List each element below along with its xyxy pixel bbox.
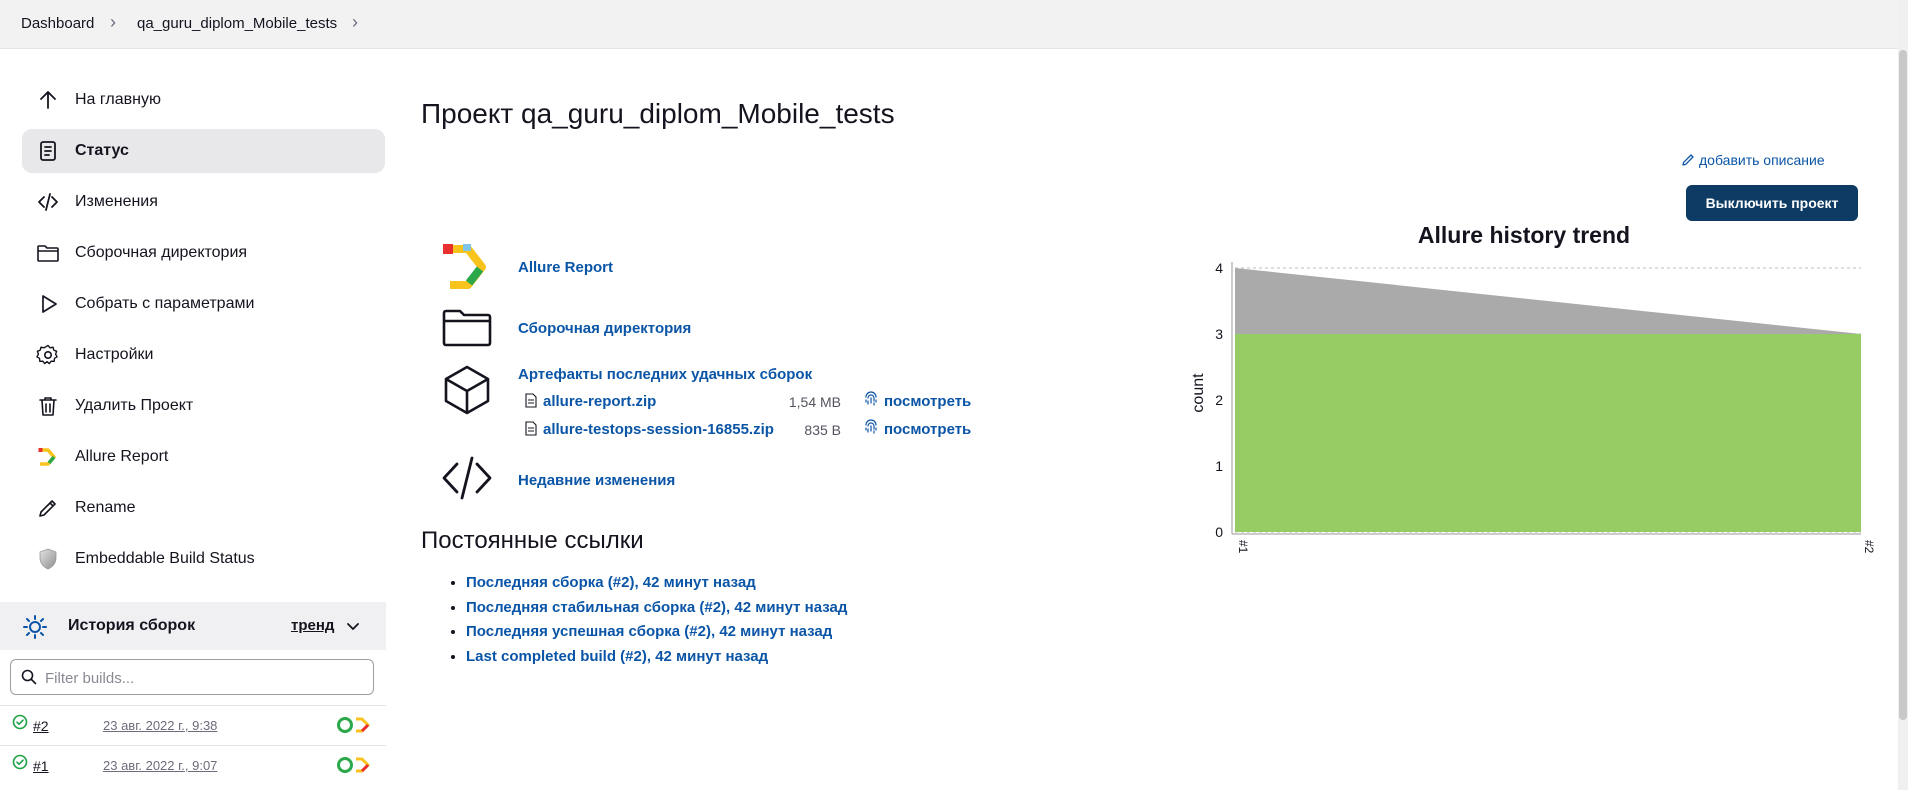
scrollbar-thumb[interactable] bbox=[1899, 50, 1907, 720]
sidebar-item-label: На главную bbox=[75, 91, 161, 108]
chart-y-tick-label: 2 bbox=[1215, 392, 1223, 408]
build-history-title: История сборок bbox=[68, 617, 196, 634]
sidebar-item-label: Собрать с параметрами bbox=[75, 295, 255, 312]
filter-builds-input[interactable] bbox=[43, 666, 367, 690]
search-icon bbox=[21, 669, 37, 685]
build-date-link[interactable]: 23 авг. 2022 г., 9:07 bbox=[103, 758, 217, 773]
page-scrollbar[interactable] bbox=[1898, 0, 1908, 790]
allure-badge-icon[interactable] bbox=[336, 716, 372, 734]
permalink-last-stable-build[interactable]: Последняя стабильная сборка (#2), 42 мин… bbox=[466, 599, 847, 616]
sidebar-item-status[interactable]: Статус bbox=[22, 129, 385, 173]
list-item: Последняя успешная сборка (#2), 42 минут… bbox=[466, 623, 847, 648]
sidebar-item-home[interactable]: На главную bbox=[22, 78, 385, 122]
sidebar-item-label: Allure Report bbox=[75, 448, 169, 465]
sidebar-item-allure-report[interactable]: Allure Report bbox=[22, 435, 385, 479]
chart-y-tick-label: 1 bbox=[1215, 458, 1223, 474]
package-icon bbox=[444, 365, 490, 415]
breadcrumb-project[interactable]: qa_guru_diplom_Mobile_tests bbox=[137, 15, 337, 32]
sidebar-item-label: Изменения bbox=[75, 193, 158, 210]
artifact-size: 1,54 MB bbox=[788, 394, 841, 410]
build-row[interactable]: #2 23 авг. 2022 г., 9:38 bbox=[0, 705, 386, 746]
arrow-up-icon bbox=[40, 91, 56, 109]
chart-y-tick-label: 3 bbox=[1215, 326, 1223, 342]
chart-x-tick-label: #2 bbox=[1862, 540, 1876, 554]
sidebar-item-changes[interactable]: Изменения bbox=[22, 180, 385, 224]
build-date-link[interactable]: 23 авг. 2022 г., 9:38 bbox=[103, 718, 217, 733]
folder-icon bbox=[37, 245, 59, 262]
chart-x-tick-label: #1 bbox=[1236, 540, 1250, 554]
chart-area-series-1 bbox=[1235, 268, 1861, 334]
chart-title: Allure history trend bbox=[1418, 222, 1630, 248]
allure-badge-icon[interactable] bbox=[336, 756, 372, 774]
code-icon bbox=[38, 193, 58, 211]
document-icon bbox=[40, 141, 56, 161]
build-history-header: История сборок тренд bbox=[0, 602, 386, 650]
trash-icon bbox=[39, 397, 57, 416]
sidebar-item-rename[interactable]: Rename bbox=[22, 486, 385, 530]
folder-icon bbox=[442, 309, 492, 347]
list-item: Последняя стабильная сборка (#2), 42 мин… bbox=[466, 599, 847, 624]
build-row[interactable]: #1 23 авг. 2022 г., 9:07 bbox=[0, 745, 386, 786]
workspace-link[interactable]: Сборочная директория bbox=[518, 320, 691, 337]
allure-logo-icon bbox=[443, 244, 486, 289]
add-description-label: добавить описание bbox=[1699, 152, 1825, 168]
add-description-link[interactable]: добавить описание bbox=[1682, 152, 1825, 168]
sun-icon bbox=[23, 615, 47, 639]
code-icon bbox=[442, 456, 492, 500]
permalink-last-successful-build[interactable]: Последняя успешная сборка (#2), 42 минут… bbox=[466, 623, 832, 640]
sidebar-item-workspace[interactable]: Сборочная директория bbox=[22, 231, 385, 275]
artifact-view-link[interactable]: посмотреть bbox=[884, 421, 971, 438]
build-number-link[interactable]: #1 bbox=[33, 758, 49, 774]
artifact-size: 835 B bbox=[804, 422, 841, 438]
permalink-last-completed-build[interactable]: Last completed build (#2), 42 минут наза… bbox=[466, 648, 768, 665]
list-item: Last completed build (#2), 42 минут наза… bbox=[466, 648, 847, 673]
chart-y-tick-label: 4 bbox=[1215, 260, 1223, 276]
fingerprint-icon[interactable] bbox=[863, 391, 879, 407]
pencil-icon bbox=[39, 500, 56, 517]
gear-icon bbox=[36, 344, 58, 365]
chart-y-tick-label: 0 bbox=[1215, 524, 1223, 540]
breadcrumb-chevron-icon[interactable]: › bbox=[352, 12, 358, 33]
file-icon bbox=[525, 393, 537, 408]
sidebar-item-label: Rename bbox=[75, 499, 136, 516]
shield-icon bbox=[39, 548, 57, 570]
allure-history-trend-chart[interactable]: Allure history trend count 0 1 2 3 4 #1 #2 bbox=[1180, 210, 1880, 570]
build-number-link[interactable]: #2 bbox=[33, 718, 49, 734]
allure-logo-icon bbox=[38, 448, 56, 466]
artifact-file-link[interactable]: allure-report.zip bbox=[543, 393, 656, 410]
sidebar-item-label: Embeddable Build Status bbox=[75, 550, 255, 567]
artifact-view-link[interactable]: посмотреть bbox=[884, 393, 971, 410]
sidebar-item-embeddable-status[interactable]: Embeddable Build Status bbox=[22, 537, 385, 581]
breadcrumb-chevron-icon: › bbox=[110, 12, 116, 32]
pencil-icon bbox=[1682, 154, 1694, 166]
success-check-icon bbox=[12, 714, 28, 730]
filter-builds-field[interactable] bbox=[10, 659, 374, 695]
permalinks-title: Постоянные ссылки bbox=[421, 527, 644, 554]
file-icon bbox=[525, 421, 537, 436]
breadcrumb-bar: Dashboard › qa_guru_diplom_Mobile_tests … bbox=[0, 0, 1898, 49]
play-icon bbox=[42, 295, 57, 313]
sidebar-item-settings[interactable]: Настройки bbox=[22, 333, 385, 377]
permalinks-list: Последняя сборка (#2), 42 минут назад По… bbox=[446, 574, 847, 672]
success-check-icon bbox=[12, 754, 28, 770]
sidebar-item-build-with-params[interactable]: Собрать с параметрами bbox=[22, 282, 385, 326]
chart-area-series-0 bbox=[1235, 334, 1861, 532]
sidebar-item-label: Настройки bbox=[75, 346, 154, 363]
page-title: Проект qa_guru_diplom_Mobile_tests bbox=[421, 98, 895, 129]
fingerprint-icon[interactable] bbox=[863, 419, 879, 435]
permalink-last-build[interactable]: Последняя сборка (#2), 42 минут назад bbox=[466, 574, 756, 591]
allure-report-link[interactable]: Allure Report bbox=[518, 259, 613, 276]
sidebar-item-label: Статус bbox=[75, 142, 129, 159]
sidebar-item-delete-project[interactable]: Удалить Проект bbox=[22, 384, 385, 428]
chevron-down-icon[interactable] bbox=[346, 619, 360, 633]
sidebar-item-label: Удалить Проект bbox=[75, 397, 194, 414]
trend-link[interactable]: тренд bbox=[291, 617, 334, 634]
sidebar-item-label: Сборочная директория bbox=[75, 244, 248, 261]
artifacts-link[interactable]: Артефакты последних удачных сборок bbox=[518, 366, 812, 383]
breadcrumb-dashboard[interactable]: Dashboard bbox=[21, 15, 94, 32]
chart-y-axis-label: count bbox=[1190, 373, 1207, 413]
list-item: Последняя сборка (#2), 42 минут назад bbox=[466, 574, 847, 599]
recent-changes-link[interactable]: Недавние изменения bbox=[518, 472, 675, 489]
